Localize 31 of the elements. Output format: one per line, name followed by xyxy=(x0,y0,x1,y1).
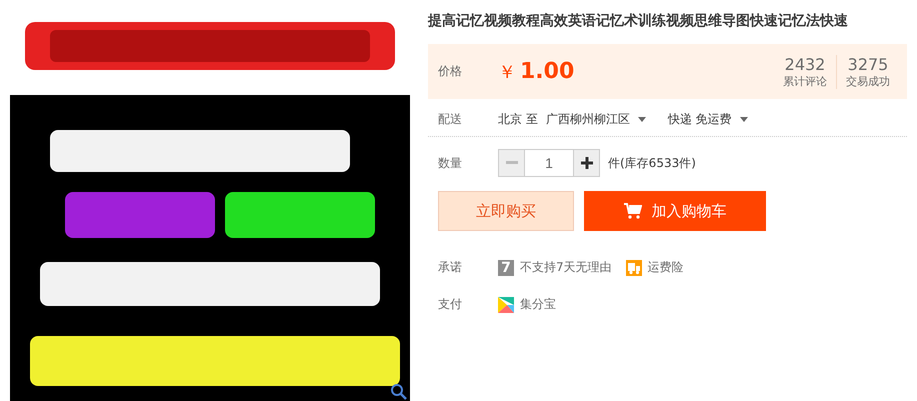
payment-text: 集分宝 xyxy=(520,296,556,313)
payment-label: 支付 xyxy=(438,296,463,313)
caret-icon xyxy=(638,117,646,122)
destination-dropdown[interactable]: 广西柳州柳江区 xyxy=(546,111,646,128)
delivery-label: 配送 xyxy=(438,111,463,128)
promise-label: 承诺 xyxy=(438,259,463,276)
stat-label: 累计评论 xyxy=(783,74,827,88)
price: ￥ 1.00 xyxy=(498,59,576,84)
promise-text: 不支持7天无理由 xyxy=(520,259,612,276)
buy-now-button[interactable]: 立即购买 xyxy=(438,191,574,231)
caret-icon xyxy=(740,117,748,122)
seven-day-icon: 7 xyxy=(498,260,514,276)
truck-icon xyxy=(626,260,642,276)
promise-text: 运费险 xyxy=(648,259,684,276)
add-to-cart-button[interactable]: 加入购物车 xyxy=(584,191,766,231)
cart-icon xyxy=(624,203,642,219)
stock-text: 件(库存6533件) xyxy=(608,154,696,172)
stat-value: 2432 xyxy=(784,54,826,74)
product-title: 提高记忆视频教程高效英语记忆术训练视频思维导图快速记忆法快速 xyxy=(428,12,849,31)
plus-icon xyxy=(580,157,592,169)
stat-label: 交易成功 xyxy=(846,74,890,88)
price-label: 价格 xyxy=(438,63,463,80)
origin-text: 北京 至 xyxy=(498,111,538,128)
stat-value: 3275 xyxy=(848,54,888,74)
minus-icon xyxy=(506,161,518,165)
quantity-label: 数量 xyxy=(438,154,463,172)
shipping-dropdown[interactable]: 快递 免运费 xyxy=(668,111,748,128)
jifenbao-icon xyxy=(498,296,514,312)
quantity-field[interactable]: 1 xyxy=(525,149,573,177)
search-icon[interactable] xyxy=(390,383,408,401)
plus-button[interactable] xyxy=(573,149,600,177)
